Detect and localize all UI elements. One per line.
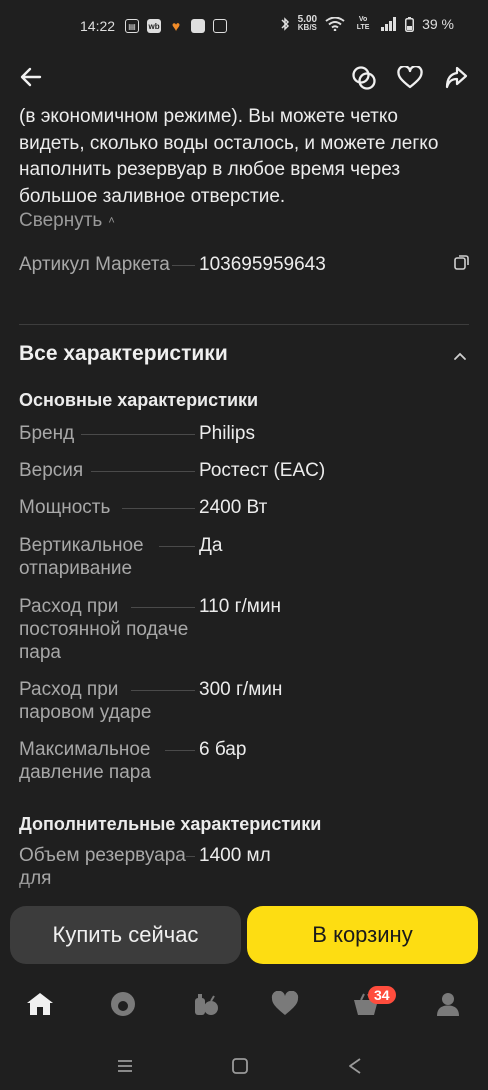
heart-icon [397,66,423,89]
collapse-label: Свернуть [19,210,103,231]
cart-count-badge: 34 [368,986,396,1004]
signal-icon [381,17,397,31]
spec-name: Максимальное давление пара [19,739,153,783]
spec-group-title: Дополнительные характеристики [19,814,322,834]
all-specs-title[interactable]: Все характеристики [19,342,228,366]
nav-catalog[interactable] [183,982,227,1026]
spec-value: Philips [199,423,255,444]
sku-value: 103695959643 [199,254,326,275]
product-description: (в экономичном режиме). Вы можете четко … [19,106,439,207]
nav-profile[interactable] [426,982,470,1026]
nav-home[interactable] [18,982,62,1026]
square-home-icon [232,1058,248,1074]
compare-icon [352,66,376,90]
spec-value: 300 г/мин [199,679,283,700]
home-system-button[interactable] [228,1054,252,1078]
wifi-icon [325,17,345,31]
spec-name: Расход при постоянной подаче пара [19,596,189,663]
back-button[interactable] [14,60,48,94]
recents-icon [118,1060,132,1072]
add-to-cart-button[interactable]: В корзину [247,906,478,964]
wb-icon: wb [147,19,162,33]
recents-button[interactable] [113,1054,137,1078]
share-icon [445,66,468,89]
nav-alice[interactable] [101,982,145,1026]
calendar-app-icon [213,19,228,33]
chevron-up-icon[interactable] [450,348,470,364]
sim-app-icon: ▤ [125,19,140,33]
spec-name: Бренд [19,423,77,444]
spec-name: Расход при паровом ударе [19,679,154,723]
status-time: 14:22 [80,18,116,34]
spec-value: 1400 мл [199,845,271,866]
product-content: (в экономичном режиме). Вы можете четко … [0,100,488,905]
back-triangle-icon [349,1058,361,1074]
buy-now-button[interactable]: Купить сейчас [10,906,241,964]
spec-value: 6 бар [199,739,247,760]
spec-name: Вертикальное отпаривание [19,535,144,579]
back-system-button[interactable] [343,1054,367,1078]
back-arrow-icon [20,67,42,87]
share-button[interactable] [438,60,474,96]
sku-row: Артикул Маркета 103695959643 [19,253,474,301]
content-fade [0,880,488,906]
home-icon [27,993,53,1015]
copy-icon[interactable] [453,253,471,271]
bluetooth-icon [281,17,289,31]
bottom-navigation: 34 [0,972,488,1036]
spec-name: Мощность [19,497,113,518]
profile-icon [437,993,459,1016]
volte-indicator: Vo LTE [356,16,370,31]
system-navigation [0,1040,488,1090]
square-app-icon [191,19,206,33]
spec-value: 110 г/мин [199,596,281,617]
favorite-button[interactable] [392,60,428,96]
nav-favorites[interactable] [263,982,307,1026]
chevron-up-icon: ˄ [108,215,115,227]
net-speed-unit: KB/S [297,23,317,32]
spec-value: 2400 Вт [199,497,268,518]
top-app-bar [0,56,488,100]
status-bar: 14:22 ▤ wb ♥ 5.00 KB/S Vo LTE 39 % [0,0,488,56]
spec-value: Ростест (EAC) [199,460,326,481]
heart-app-icon: ♥ [171,18,181,34]
favorites-icon [271,991,299,1015]
battery-percent: 39 % [422,16,454,32]
section-divider [19,324,469,325]
catalog-icon [195,994,218,1015]
sku-name: Артикул Маркета [19,254,172,275]
compare-button[interactable] [346,60,382,96]
alice-icon [111,992,135,1016]
spec-value: Да [199,535,223,556]
spec-name: Версия [19,460,86,481]
spec-group-title: Основные характеристики [19,390,259,410]
battery-icon [405,16,415,32]
net-speed: 5.00 KB/S [297,15,317,32]
collapse-description-link[interactable]: Свернуть ˄ [19,210,115,232]
nav-cart[interactable]: 34 [344,982,396,1026]
